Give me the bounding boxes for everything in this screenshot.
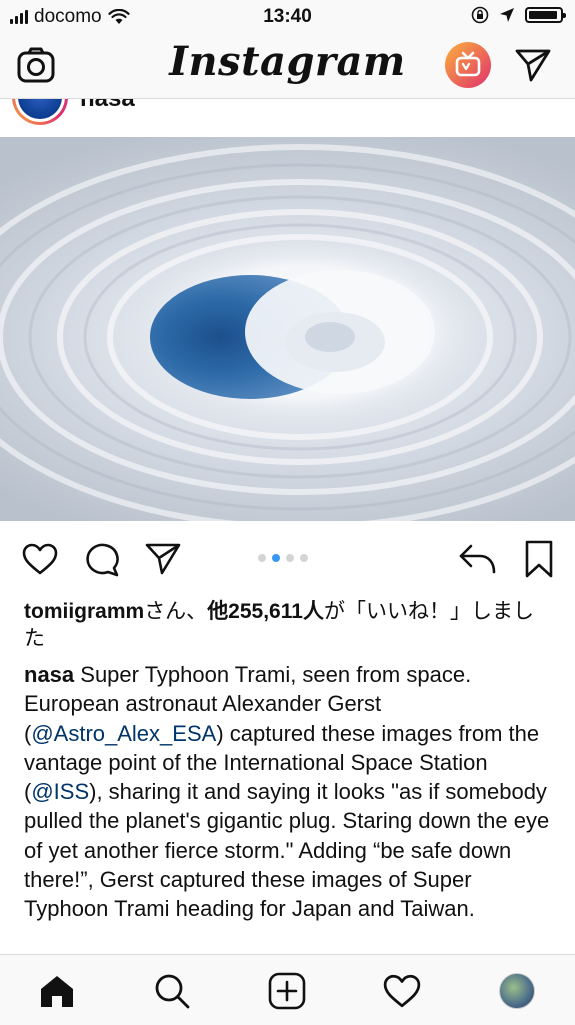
caption-text-3: ), sharing it and saying it looks "as if… [24, 779, 550, 922]
app-header: Instagram [0, 32, 575, 99]
rotation-lock-icon [471, 6, 489, 24]
direct-message-icon[interactable] [512, 44, 554, 86]
status-bar: docomo 13:40 [0, 0, 575, 32]
bottom-tab-bar [0, 954, 575, 1025]
post-author-avatar[interactable] [12, 99, 68, 125]
activity-icon[interactable] [380, 969, 424, 1013]
igtv-icon[interactable] [444, 41, 492, 89]
profile-avatar[interactable] [495, 969, 539, 1013]
carousel-dot [258, 554, 266, 562]
caption-mention-iss[interactable]: @ISS [31, 779, 89, 804]
profile-avatar-image [499, 973, 535, 1009]
post-photo[interactable] [0, 137, 575, 521]
likes-count[interactable]: 他255,611人 [207, 600, 324, 623]
new-post-icon[interactable] [265, 969, 309, 1013]
post-author-username[interactable]: nasa [80, 99, 135, 113]
battery-icon [525, 7, 566, 23]
carousel-dot [286, 554, 294, 562]
post-header[interactable]: nasa [0, 99, 575, 137]
status-right [471, 6, 566, 24]
post-caption: nasa Super Typhoon Trami, seen from spac… [24, 660, 554, 924]
comment-icon[interactable] [82, 539, 122, 579]
share-icon[interactable] [143, 539, 183, 579]
likes-summary[interactable]: tomiigrammさん、他255,611人が「いいね！」しました [24, 598, 554, 652]
caption-author[interactable]: nasa [24, 662, 74, 687]
post-action-bar [0, 521, 575, 597]
home-icon[interactable] [35, 969, 79, 1013]
location-icon [500, 8, 514, 22]
carousel-dot-active [272, 554, 280, 562]
carousel-indicator [258, 554, 308, 562]
liker-username[interactable]: tomiigramm [24, 600, 144, 623]
typhoon-photo-image [0, 144, 575, 521]
like-icon[interactable] [20, 539, 60, 579]
reply-icon[interactable] [458, 539, 498, 579]
caption-mention-astro-alex[interactable]: @Astro_Alex_ESA [31, 721, 216, 746]
search-icon[interactable] [150, 969, 194, 1013]
carousel-dot [300, 554, 308, 562]
bookmark-icon[interactable] [519, 539, 559, 579]
likes-text-1: さん、 [144, 600, 208, 623]
